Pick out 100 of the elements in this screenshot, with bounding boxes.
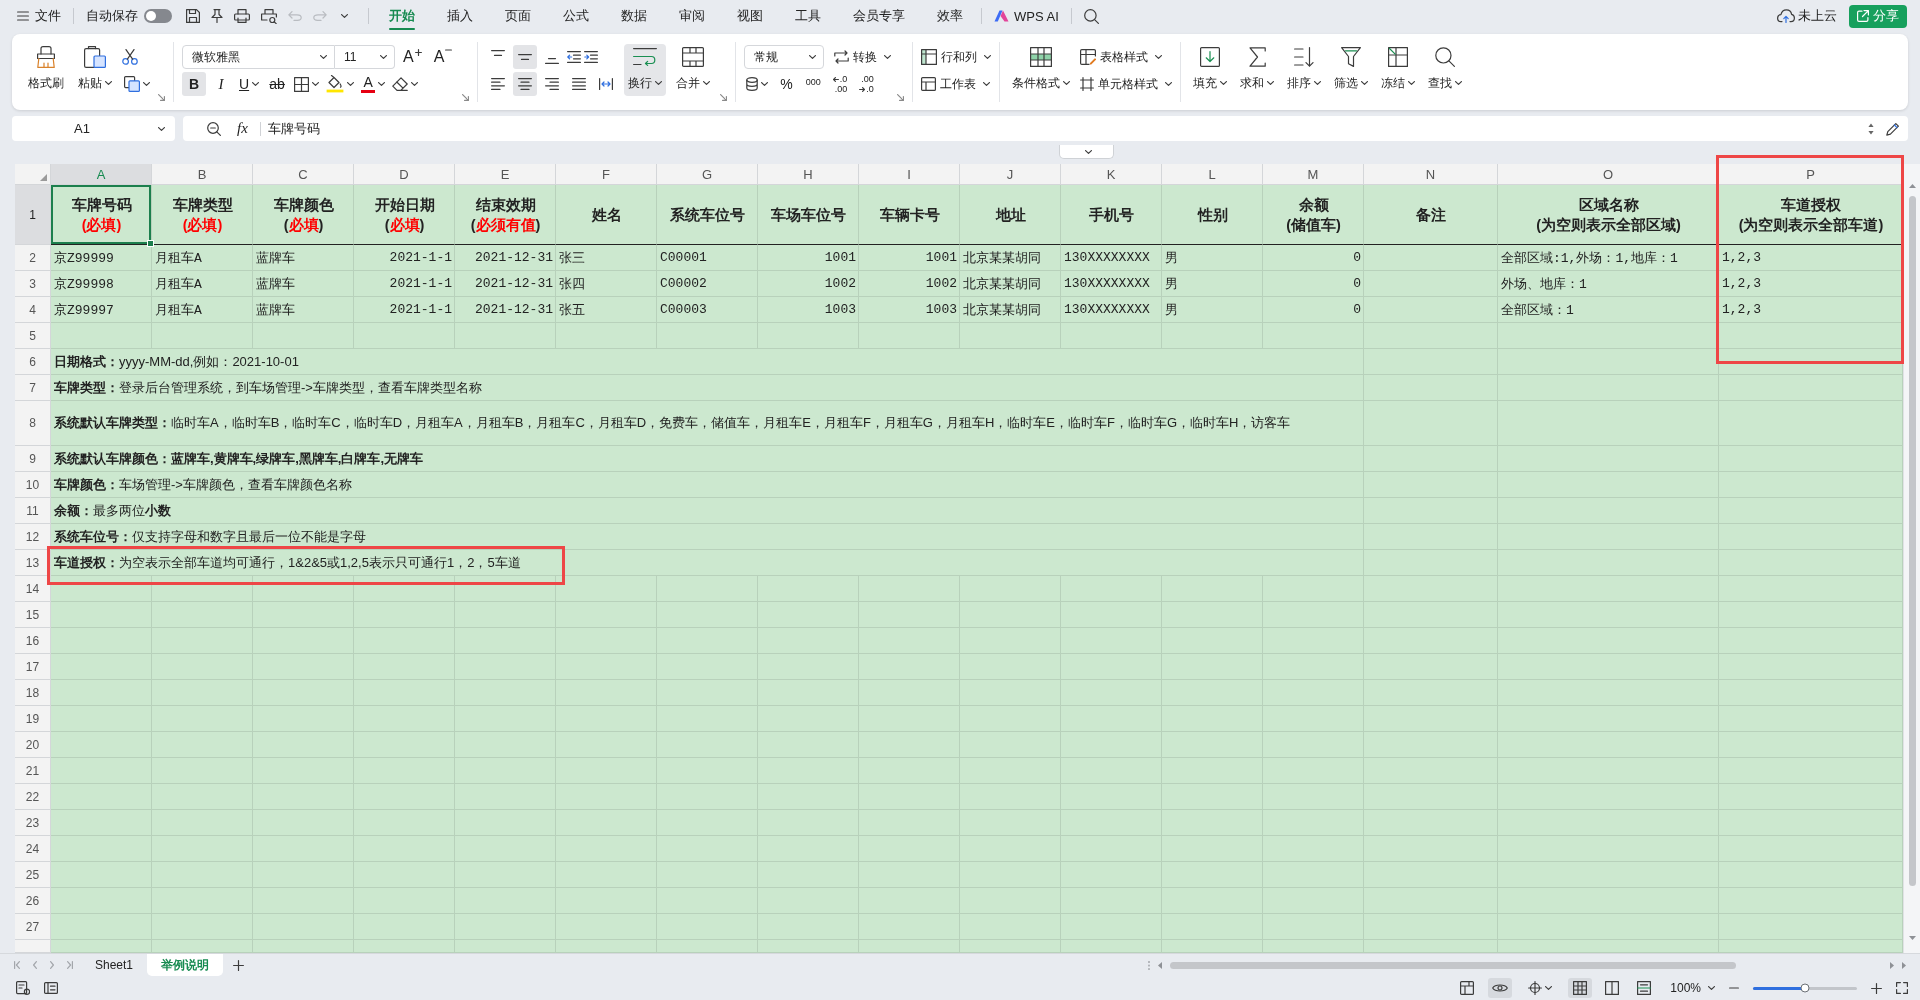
grow-font-button[interactable]: A — [399, 48, 426, 66]
tool-button[interactable]: 求和 — [1236, 44, 1279, 96]
indent-decrease-icon[interactable] — [567, 51, 582, 63]
view-button[interactable] — [1568, 978, 1593, 998]
bold-button[interactable]: B — [182, 72, 206, 96]
column-header[interactable]: F — [556, 164, 657, 185]
strikethrough-button[interactable]: ab — [265, 72, 290, 96]
ribbon-tab[interactable]: 页面 — [489, 0, 547, 32]
print-preview-icon[interactable] — [261, 8, 277, 24]
column-header[interactable]: M — [1263, 164, 1364, 185]
row-header[interactable]: 15 — [15, 602, 51, 628]
wrap-text-button[interactable]: 换行 — [624, 44, 667, 96]
column-header[interactable]: P — [1719, 164, 1903, 185]
caret-icon[interactable] — [341, 14, 348, 18]
worksheet-button[interactable]: 工作表 — [921, 72, 991, 96]
font-family-dropdown[interactable]: 微软雅黑 — [182, 45, 335, 69]
indent-increase-icon[interactable] — [584, 51, 599, 63]
tool-button[interactable]: 排序 — [1283, 44, 1326, 96]
ai-button[interactable]: WPS AI — [994, 8, 1059, 24]
row-header[interactable]: 3 — [15, 271, 51, 297]
plus-icon[interactable] — [233, 959, 245, 971]
scissors-icon[interactable] — [122, 49, 138, 65]
function-button[interactable]: fx — [237, 120, 248, 137]
up-down-icon[interactable] — [1868, 122, 1874, 135]
search-icon[interactable] — [1083, 8, 1099, 24]
column-header[interactable]: O — [1498, 164, 1719, 185]
scrollbar-thumb[interactable] — [1170, 961, 1736, 969]
cell-style-button[interactable]: 单元格样式 — [1080, 72, 1173, 96]
format-painter-button[interactable]: 格式刷 — [24, 44, 68, 96]
row-header[interactable]: 7 — [15, 375, 51, 401]
row-header[interactable]: 1 — [15, 185, 51, 245]
row-header[interactable]: 14 — [15, 576, 51, 602]
row-header[interactable]: 16 — [15, 628, 51, 654]
scroll-down-icon[interactable] — [1908, 936, 1916, 940]
column-header[interactable]: C — [253, 164, 354, 185]
name-box[interactable]: A1 — [12, 116, 175, 141]
row-header[interactable]: 12 — [15, 524, 51, 550]
column-header[interactable]: D — [354, 164, 455, 185]
decimal-increase-button[interactable]: .0 .00 — [829, 74, 851, 94]
sheet-tab[interactable]: 举例说明 — [147, 954, 224, 976]
column-header[interactable]: E — [455, 164, 556, 185]
ribbon-tab[interactable]: 视图 — [721, 0, 779, 32]
row-header[interactable]: 27 — [15, 914, 51, 940]
row-header[interactable]: 24 — [15, 836, 51, 862]
table-style-button[interactable]: 表格样式 — [1080, 45, 1163, 69]
save-icon[interactable] — [186, 9, 200, 23]
number-format-dropdown[interactable]: 常规 — [744, 45, 825, 69]
row-header[interactable]: 5 — [15, 323, 51, 349]
zoom-slider[interactable] — [1753, 986, 1857, 990]
scrollbar-thumb[interactable] — [1908, 196, 1916, 886]
row-header[interactable]: 19 — [15, 706, 51, 732]
underline-button[interactable]: U — [236, 72, 263, 96]
row-header[interactable]: 4 — [15, 297, 51, 323]
corner-arrow-icon[interactable] — [720, 94, 728, 101]
zoom-dropdown[interactable]: 100% — [1670, 981, 1715, 995]
pushpin-icon[interactable] — [211, 9, 223, 23]
font-size-dropdown[interactable]: 11 — [335, 45, 395, 69]
percent-button[interactable]: % — [776, 76, 797, 92]
eye-care-button[interactable] — [1488, 978, 1513, 998]
tool-button[interactable]: 筛选 — [1330, 44, 1373, 96]
ribbon-tab[interactable]: 审阅 — [663, 0, 721, 32]
thousands-button[interactable]: 000 — [802, 77, 824, 87]
scroll-up-icon[interactable] — [1908, 184, 1916, 188]
italic-button[interactable]: I — [209, 72, 233, 96]
ribbon-tab[interactable]: 数据 — [605, 0, 663, 32]
row-header[interactable]: 21 — [15, 758, 51, 784]
cloud-status[interactable]: 未上云 — [1777, 7, 1837, 25]
conditional-format-button[interactable]: 条件格式 — [1008, 44, 1075, 96]
row-header[interactable]: 22 — [15, 784, 51, 810]
rows-columns-button[interactable]: 行和列 — [921, 45, 992, 69]
column-header[interactable]: L — [1162, 164, 1263, 185]
row-header[interactable]: 10 — [15, 472, 51, 498]
column-header[interactable]: K — [1061, 164, 1162, 185]
row-header[interactable]: 18 — [15, 680, 51, 706]
select-all-button[interactable] — [15, 164, 51, 185]
decimal-decrease-button[interactable]: .00 .0 — [856, 74, 877, 94]
column-header[interactable]: I — [859, 164, 960, 185]
row-header[interactable]: 23 — [15, 810, 51, 836]
column-header[interactable]: G — [657, 164, 758, 185]
ribbon-tab[interactable]: 插入 — [431, 0, 489, 32]
corner-arrow-icon[interactable] — [462, 94, 470, 101]
row-header[interactable]: 9 — [15, 446, 51, 472]
fill-handle[interactable] — [147, 240, 154, 247]
row-header[interactable]: 11 — [15, 498, 51, 524]
print-icon[interactable] — [234, 9, 250, 23]
zoom-out-icon[interactable] — [207, 121, 221, 136]
tool-button[interactable]: 冻结 — [1377, 44, 1420, 96]
plus-icon[interactable] — [1871, 982, 1882, 994]
column-header[interactable]: H — [758, 164, 859, 185]
column-header[interactable]: J — [960, 164, 1061, 185]
ribbon-tab[interactable]: 工具 — [779, 0, 837, 32]
row-header[interactable]: 8 — [15, 401, 51, 446]
ribbon-tab[interactable]: 会员专享 — [837, 0, 921, 32]
document-badge-icon[interactable] — [16, 981, 30, 995]
panel-list-icon[interactable] — [44, 982, 58, 994]
row-header[interactable]: 20 — [15, 732, 51, 758]
corner-arrow-icon[interactable] — [158, 94, 165, 101]
fullscreen-icon[interactable] — [1896, 982, 1908, 994]
slider-handle[interactable] — [1800, 983, 1810, 993]
convert-button[interactable]: 转换 — [834, 45, 892, 69]
